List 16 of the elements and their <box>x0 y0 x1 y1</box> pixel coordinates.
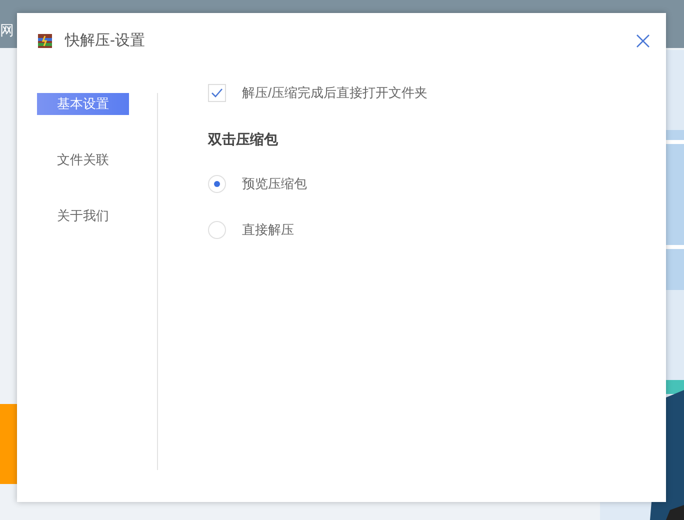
page-text: 网 <box>0 21 14 40</box>
sidebar-tab[interactable]: 基本设置 <box>37 93 129 115</box>
archive-app-icon <box>37 33 53 49</box>
radio-label: 直接解压 <box>242 221 294 240</box>
radio-label: 预览压缩包 <box>242 175 307 194</box>
window-title: 快解压-设置 <box>65 30 145 51</box>
section-heading: 双击压缩包 <box>208 130 279 149</box>
radio-button[interactable] <box>208 221 226 239</box>
sidebar-tab[interactable]: 文件关联 <box>37 149 129 171</box>
checkbox-label: 解压/压缩完成后直接打开文件夹 <box>242 84 428 102</box>
sidebar-tab[interactable]: 关于我们 <box>37 205 129 227</box>
check-icon <box>211 88 223 98</box>
radio-button[interactable] <box>208 175 226 193</box>
open-folder-checkbox-row[interactable]: 解压/压缩完成后直接打开文件夹 <box>208 83 666 103</box>
close-button[interactable] <box>634 32 652 50</box>
checkbox[interactable] <box>208 84 226 102</box>
